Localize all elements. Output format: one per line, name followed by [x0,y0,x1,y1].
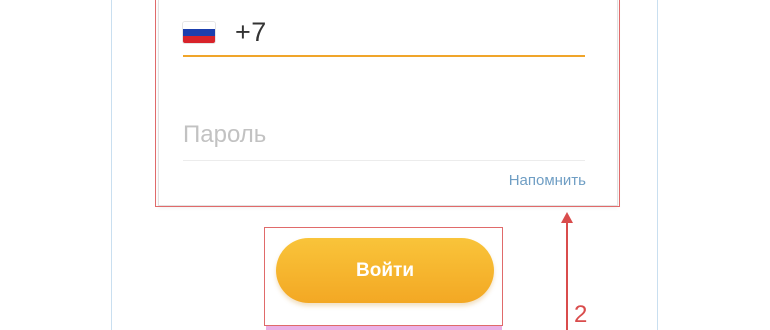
screenshot-stage: +7 Напомнить Войти 2 [0,0,770,330]
annotation-box-form [155,0,620,207]
container-right-edge [657,0,658,330]
container-left-edge [111,0,112,330]
annotation-step-number: 2 [574,301,588,328]
annotation-arrow-line [566,222,568,330]
annotation-box-button [264,227,503,326]
